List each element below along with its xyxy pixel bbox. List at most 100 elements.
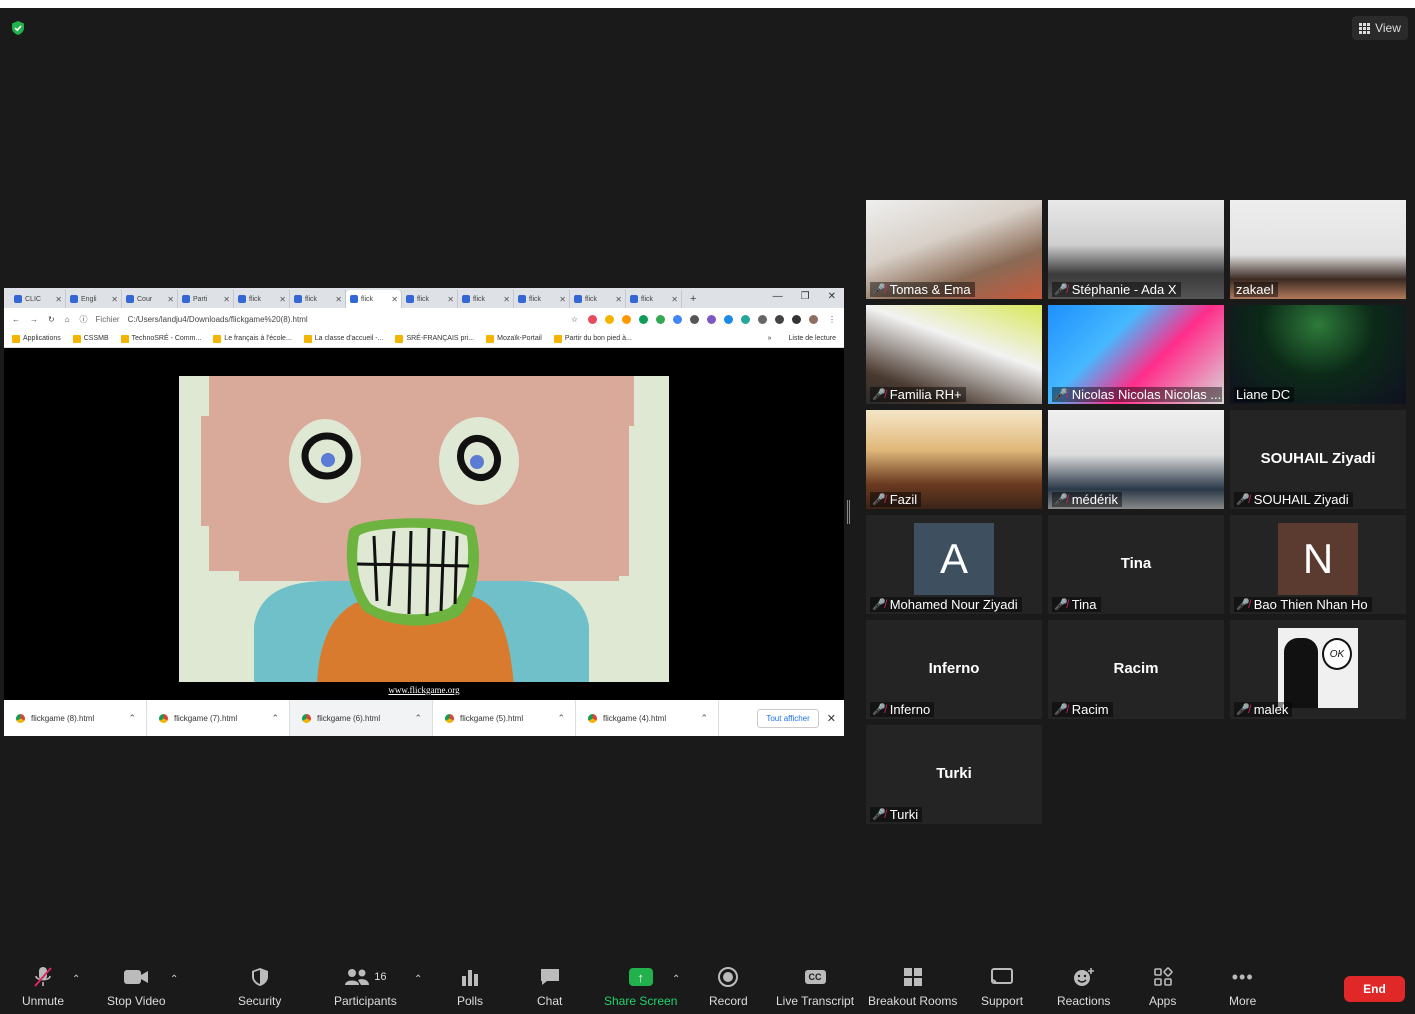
participant-tile[interactable]: Turki 🎤̸ Turki <box>866 725 1042 824</box>
participant-tile[interactable]: 🎤̸ Tomas & Ema <box>866 200 1042 299</box>
share-screen-button[interactable]: ↑ Share Screen <box>604 966 677 1008</box>
extension-icon[interactable] <box>588 314 597 324</box>
bookmark-item[interactable]: La classe d'accueil -... <box>303 334 383 343</box>
participant-tile[interactable]: A 🎤̸ Mohamed Nour Ziyadi <box>866 515 1042 614</box>
browser-tab[interactable]: flick ✕ <box>570 290 626 308</box>
download-item[interactable]: flickgame (4).html ⌃ <box>576 700 719 736</box>
participant-tile[interactable]: Racim 🎤̸ Racim <box>1048 620 1224 719</box>
close-downloads-icon[interactable]: ✕ <box>827 712 836 725</box>
participants-button[interactable]: 16 Participants <box>334 966 397 1008</box>
extension-icon[interactable] <box>707 314 716 324</box>
browser-tab[interactable]: flick ✕ <box>290 290 346 308</box>
participant-tile[interactable]: OK 🎤̸ malek <box>1230 620 1406 719</box>
download-item[interactable]: flickgame (5).html ⌃ <box>433 700 576 736</box>
browser-tab[interactable]: flick ✕ <box>514 290 570 308</box>
extension-icon[interactable] <box>605 314 614 324</box>
download-options-chevron-icon[interactable]: ⌃ <box>128 713 136 724</box>
bookmark-item[interactable]: Partir du bon pied à... <box>553 334 632 343</box>
close-tab-icon[interactable]: ✕ <box>55 295 62 304</box>
star-icon[interactable]: ☆ <box>571 315 578 324</box>
end-meeting-button[interactable]: End <box>1344 976 1405 1002</box>
browser-tab[interactable]: Engli ✕ <box>66 290 122 308</box>
close-tab-icon[interactable]: ✕ <box>615 295 622 304</box>
close-tab-icon[interactable]: ✕ <box>447 295 454 304</box>
reactions-button[interactable]: Reactions <box>1057 966 1110 1008</box>
stop-video-button[interactable]: Stop Video <box>107 966 166 1008</box>
record-button[interactable]: Record <box>709 966 748 1008</box>
close-icon[interactable]: ✕ <box>828 291 836 302</box>
bookmark-item[interactable]: TechnoSRÉ - Comm... <box>120 334 201 343</box>
bookmark-item[interactable]: Mozaïk-Portail <box>486 334 542 343</box>
close-tab-icon[interactable]: ✕ <box>391 295 398 304</box>
close-tab-icon[interactable]: ✕ <box>111 295 118 304</box>
participant-tile[interactable]: Inferno 🎤̸ Inferno <box>866 620 1042 719</box>
close-tab-icon[interactable]: ✕ <box>335 295 342 304</box>
security-button[interactable]: Security <box>238 966 281 1008</box>
download-item[interactable]: flickgame (8).html ⌃ <box>4 700 147 736</box>
reading-list-button[interactable]: » Liste de lecture <box>768 335 836 342</box>
url-field[interactable]: ⓘ Fichier C:/Users/landju4/Downloads/fli… <box>80 314 561 325</box>
close-tab-icon[interactable]: ✕ <box>279 295 286 304</box>
participant-tile[interactable]: N 🎤̸ Bao Thien Nhan Ho <box>1230 515 1406 614</box>
download-item[interactable]: flickgame (7).html ⌃ <box>147 700 290 736</box>
bookmark-item[interactable]: CSSMB <box>72 334 109 343</box>
participant-tile[interactable]: Liane DC <box>1230 305 1406 404</box>
participant-tile[interactable]: zakael <box>1230 200 1406 299</box>
kebab-menu-icon[interactable]: ⋮ <box>828 315 836 324</box>
participant-tile[interactable]: Tina 🎤̸ Tina <box>1048 515 1224 614</box>
extension-icon[interactable] <box>690 314 699 324</box>
breakout-rooms-button[interactable]: Breakout Rooms <box>868 966 957 1008</box>
browser-tab[interactable]: Cour ✕ <box>122 290 178 308</box>
bookmark-item[interactable]: SRÉ-FRANÇAIS pri... <box>395 334 474 343</box>
download-options-chevron-icon[interactable]: ⌃ <box>557 713 565 724</box>
browser-tab[interactable]: CLIC ✕ <box>10 290 66 308</box>
download-options-chevron-icon[interactable]: ⌃ <box>700 713 708 724</box>
extension-icon[interactable] <box>741 314 750 324</box>
reload-icon[interactable]: ↻ <box>48 315 55 324</box>
video-options-chevron-icon[interactable]: ⌃ <box>170 974 178 985</box>
download-item[interactable]: flickgame (6).html ⌃ <box>290 700 433 736</box>
show-all-downloads-button[interactable]: Tout afficher <box>757 708 819 728</box>
participant-tile[interactable]: 🎤̸ Nicolas Nicolas Nicolas ... <box>1048 305 1224 404</box>
participant-tile[interactable]: 🎤̸ Familia RH+ <box>866 305 1042 404</box>
extension-icon[interactable] <box>724 314 733 324</box>
participant-tile[interactable]: 🎤̸ Fazil <box>866 410 1042 509</box>
extension-icon[interactable] <box>758 314 767 324</box>
more-bookmarks-icon[interactable]: » <box>768 335 772 342</box>
profile-avatar[interactable] <box>809 314 818 324</box>
support-button[interactable]: Support <box>981 966 1023 1008</box>
browser-tab[interactable]: flick ✕ <box>234 290 290 308</box>
maximize-icon[interactable]: ❐ <box>801 291 810 302</box>
participant-tile[interactable]: 🎤̸ Stéphanie - Ada X <box>1048 200 1224 299</box>
audio-options-chevron-icon[interactable]: ⌃ <box>72 974 80 985</box>
flickgame-link[interactable]: www.flickgame.org <box>4 685 844 695</box>
extension-icon[interactable] <box>673 314 682 324</box>
live-transcript-button[interactable]: CC Live Transcript <box>776 966 854 1008</box>
new-tab-icon[interactable]: + <box>682 290 704 308</box>
close-tab-icon[interactable]: ✕ <box>671 295 678 304</box>
close-tab-icon[interactable]: ✕ <box>223 295 230 304</box>
view-button[interactable]: View <box>1352 16 1408 40</box>
minimize-icon[interactable]: — <box>773 291 783 302</box>
close-tab-icon[interactable]: ✕ <box>559 295 566 304</box>
chat-button[interactable]: Chat <box>537 966 562 1008</box>
forward-icon[interactable]: → <box>30 315 38 324</box>
more-button[interactable]: ••• More <box>1229 966 1256 1009</box>
bookmark-item[interactable]: Le français à l'école... <box>213 334 292 343</box>
browser-tab[interactable]: flick ✕ <box>402 290 458 308</box>
encryption-shield-icon[interactable] <box>10 20 26 36</box>
extension-icon[interactable] <box>656 314 665 324</box>
extension-icon[interactable] <box>775 314 784 324</box>
participant-tile[interactable]: SOUHAIL Ziyadi 🎤̸ SOUHAIL Ziyadi <box>1230 410 1406 509</box>
home-icon[interactable]: ⌂ <box>65 315 70 324</box>
close-tab-icon[interactable]: ✕ <box>167 295 174 304</box>
bookmark-item[interactable]: Applications <box>12 334 61 343</box>
extension-icon[interactable] <box>639 314 648 324</box>
download-options-chevron-icon[interactable]: ⌃ <box>271 713 279 724</box>
browser-tab[interactable]: flick ✕ <box>346 290 402 308</box>
participants-chevron-icon[interactable]: ⌃ <box>414 974 422 985</box>
back-icon[interactable]: ← <box>12 315 20 324</box>
flickgame-drawing[interactable] <box>179 376 669 682</box>
close-tab-icon[interactable]: ✕ <box>503 295 510 304</box>
apps-button[interactable]: Apps <box>1149 966 1176 1008</box>
